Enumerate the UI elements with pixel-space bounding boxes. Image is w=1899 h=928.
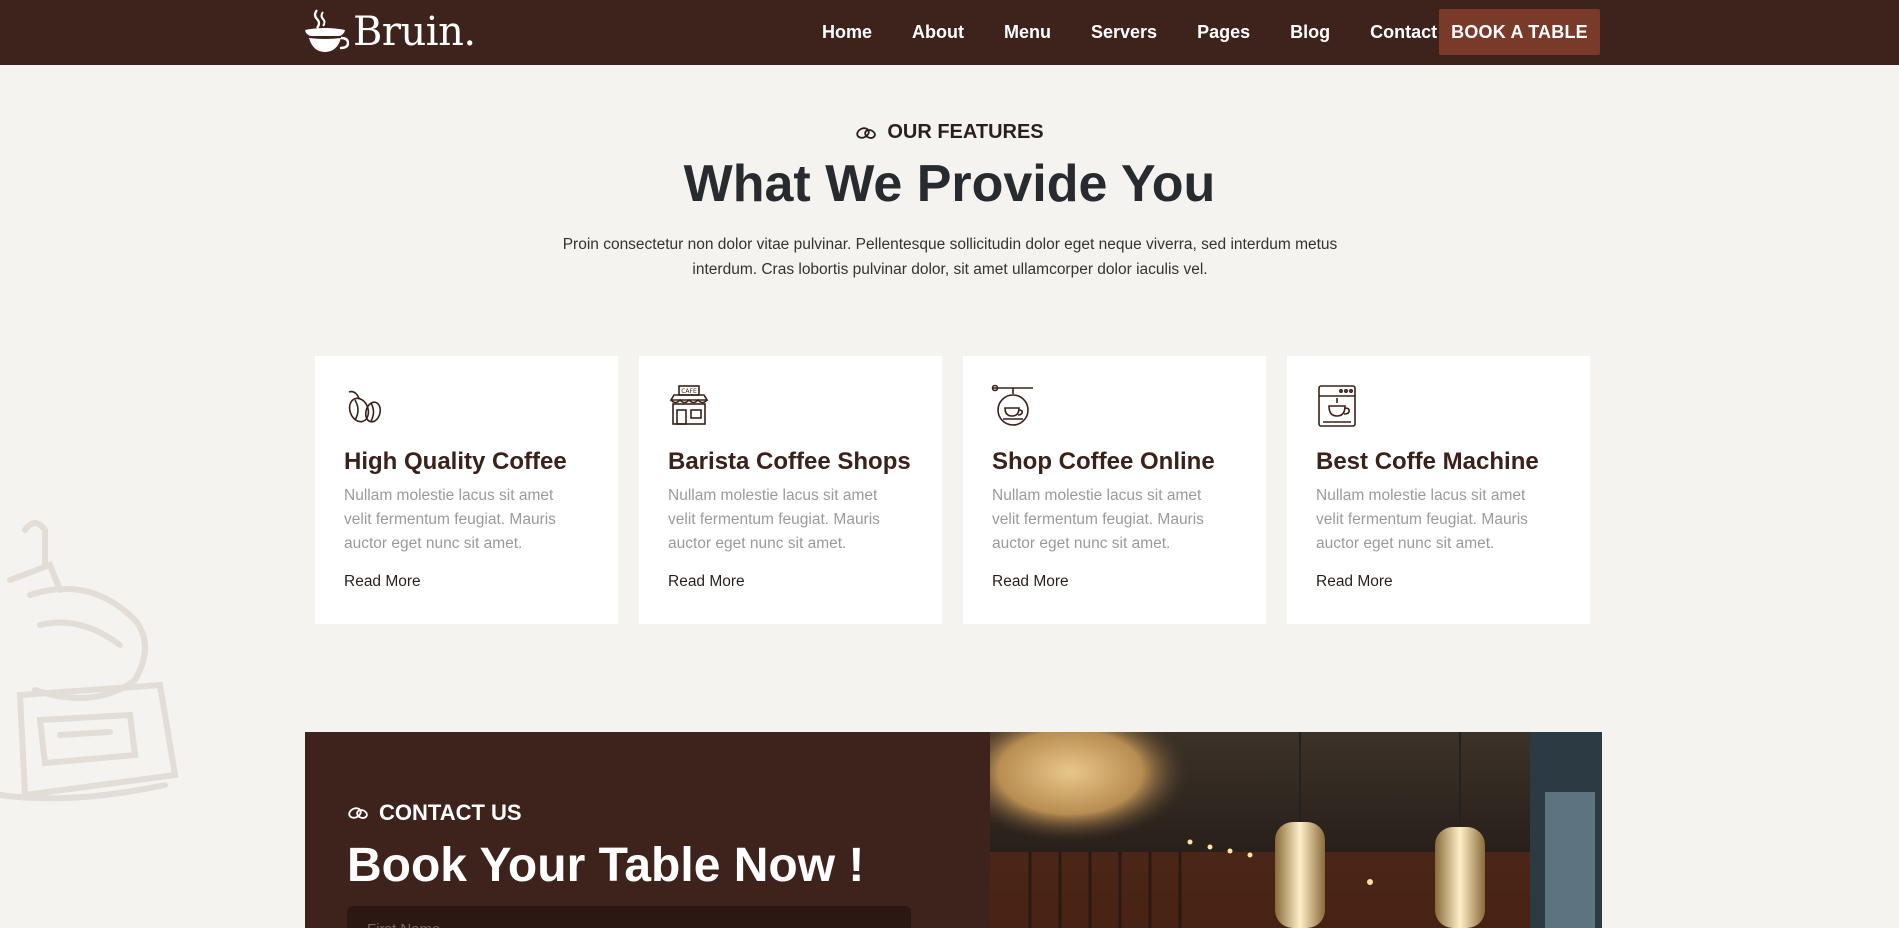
feature-card-title: Best Coffe Machine — [1316, 448, 1539, 475]
nav-about[interactable]: About — [912, 22, 964, 43]
read-more-link[interactable]: Read More — [668, 573, 745, 591]
read-more-link[interactable]: Read More — [344, 573, 421, 591]
feature-card-text: Nullam molestie lacus sit amet velit fer… — [668, 487, 880, 552]
feature-card: Best Coffe Machine Nullam molestie lacus… — [1287, 356, 1590, 624]
cafe-interior-photo — [990, 732, 1602, 928]
coffee-beans-icon — [348, 390, 382, 423]
feature-card-title: Barista Coffee Shops — [668, 448, 911, 475]
logo-text: Bruin. — [353, 9, 476, 55]
features-title: What We Provide You — [683, 155, 1216, 213]
logo[interactable]: Bruin. — [303, 6, 476, 58]
features-eyebrow: OUR FEATURES — [0, 121, 1899, 144]
coffee-grinder-illustration — [0, 520, 179, 802]
feature-card-title: Shop Coffee Online — [992, 448, 1215, 475]
cafe-shop-icon: CAFE — [669, 385, 709, 425]
feature-card-text: Nullam molestie lacus sit amet velit fer… — [1316, 487, 1528, 552]
nav-servers[interactable]: Servers — [1091, 22, 1157, 43]
nav-menu[interactable]: Menu — [1004, 22, 1051, 43]
coffee-bean-icon — [856, 126, 877, 139]
coffee-cup-logo-icon — [305, 9, 349, 52]
first-name-input[interactable] — [347, 906, 911, 928]
coffee-sign-icon — [991, 384, 1033, 426]
coffee-machine-icon — [1318, 385, 1356, 427]
coffee-bean-icon — [348, 807, 368, 819]
book-a-table-button[interactable]: BOOK A TABLE — [1439, 9, 1600, 55]
contact-eyebrow-label: CONTACT US — [379, 800, 522, 825]
feature-card-text: Nullam molestie lacus sit amet velit fer… — [344, 487, 556, 552]
nav-pages[interactable]: Pages — [1197, 22, 1250, 43]
nav-home[interactable]: Home — [822, 22, 872, 43]
features-description: Proin consectetur non dolor vitae pulvin… — [562, 236, 1338, 278]
contact-eyebrow: CONTACT US — [347, 800, 522, 826]
feature-card: CAFE Barista Coffee Shops Nullam molesti… — [639, 356, 942, 624]
feature-card-title: High Quality Coffee — [344, 448, 567, 475]
features-eyebrow-label: OUR FEATURES — [887, 121, 1044, 143]
feature-card-text: Nullam molestie lacus sit amet velit fer… — [992, 487, 1204, 552]
contact-title: Book Your Table Now ! — [347, 839, 865, 892]
features-cards: High Quality Coffee Nullam molestie lacu… — [315, 356, 1590, 624]
feature-card: High Quality Coffee Nullam molestie lacu… — [315, 356, 618, 624]
read-more-link[interactable]: Read More — [1316, 573, 1393, 591]
read-more-link[interactable]: Read More — [992, 573, 1069, 591]
nav-blog[interactable]: Blog — [1290, 22, 1330, 43]
top-navbar: Bruin. Home About Menu Servers Pages Blo… — [0, 0, 1899, 65]
main-nav: Home About Menu Servers Pages Blog Conta… — [822, 0, 1477, 65]
contact-section: CONTACT US Book Your Table Now ! — [305, 732, 990, 928]
feature-card: Shop Coffee Online Nullam molestie lacus… — [963, 356, 1266, 624]
svg-text:CAFE: CAFE — [681, 388, 697, 395]
nav-contact[interactable]: Contact — [1370, 22, 1437, 43]
